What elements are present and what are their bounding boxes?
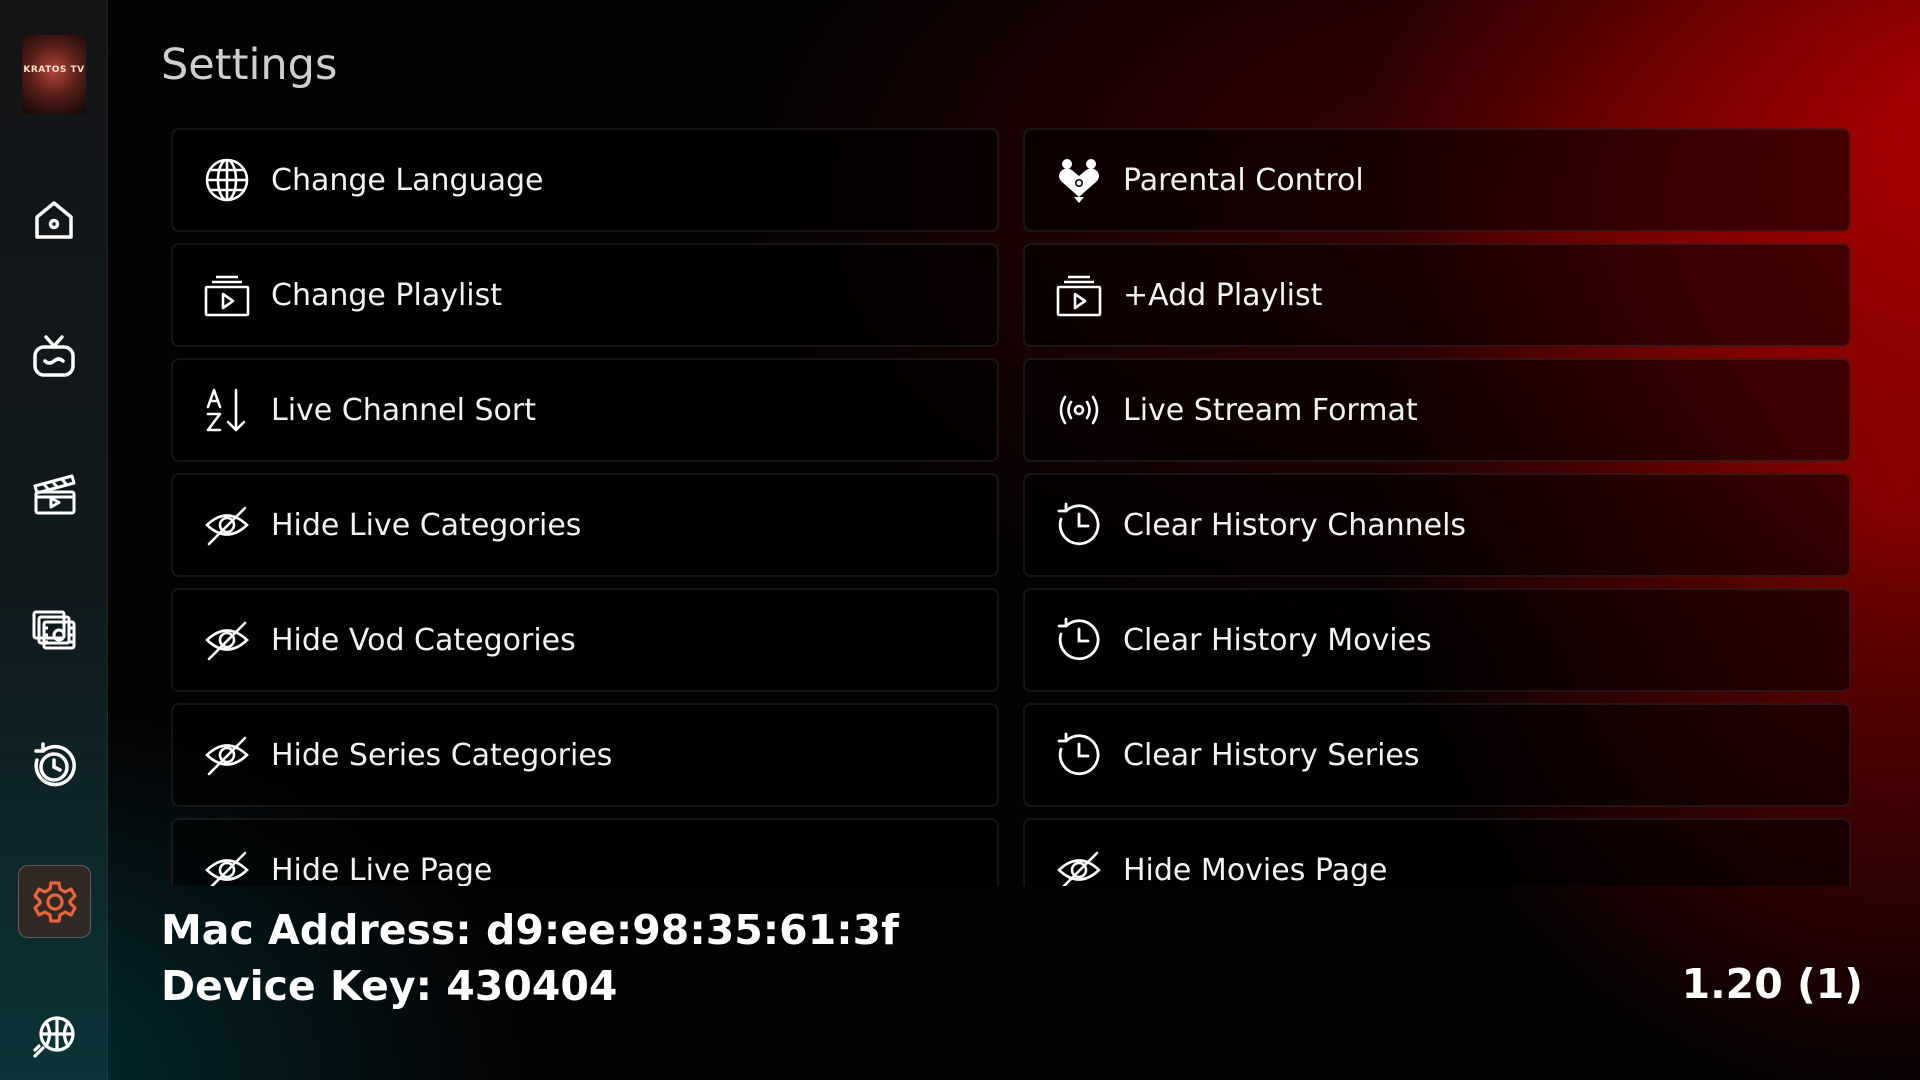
clear-history-channels-button[interactable]: Clear History Channels	[1023, 473, 1851, 577]
hide-vod-categories-label: Hide Vod Categories	[271, 622, 576, 658]
clear-history-movies-button[interactable]: Clear History Movies	[1023, 588, 1851, 692]
app-logo: KRATOS TV	[22, 35, 86, 114]
home-icon	[34, 200, 73, 239]
hide-live-page-button[interactable]: Hide Live Page	[171, 818, 999, 886]
sidebar-item-sports[interactable]	[18, 1001, 89, 1072]
sidebar: KRATOS TV	[0, 0, 108, 1080]
hide-live-page-label: Hide Live Page	[271, 852, 493, 887]
change-language-button[interactable]: Change Language	[171, 128, 999, 232]
sort-az-icon	[206, 388, 246, 432]
device-key: Device Key: 430404	[161, 962, 618, 1010]
movies-icon	[33, 474, 75, 514]
sidebar-item-home[interactable]	[18, 184, 89, 255]
clear-history-series-label: Clear History Series	[1123, 737, 1420, 773]
sidebar-item-catchup[interactable]	[18, 729, 89, 800]
settings-grid: Change Language Change Playlist Live Cha…	[171, 128, 1857, 886]
sidebar-item-settings[interactable]	[18, 865, 91, 938]
change-playlist-label: Change Playlist	[271, 277, 503, 313]
app-version: 1.20 (1)	[1681, 960, 1863, 1008]
sports-icon	[32, 1015, 75, 1058]
mac-address: Mac Address: d9:ee:98:35:61:3f	[161, 906, 899, 954]
parental-control-button[interactable]: Parental Control	[1023, 128, 1851, 232]
eye-off-icon	[205, 851, 249, 886]
playlist-icon	[204, 275, 250, 317]
parental-control-label: Parental Control	[1123, 162, 1364, 198]
logo-text: KRATOS TV	[23, 65, 85, 75]
eye-off-icon	[205, 621, 249, 661]
series-icon	[32, 610, 75, 649]
grid-bottom-edge	[171, 886, 1857, 887]
history-icon	[1057, 732, 1100, 776]
add-playlist-button[interactable]: +Add Playlist	[1023, 243, 1851, 347]
page-title: Settings	[161, 40, 338, 90]
hide-live-categories-label: Hide Live Categories	[271, 507, 582, 543]
eye-off-icon	[1057, 851, 1101, 886]
family-icon	[1059, 159, 1099, 203]
hide-movies-page-button[interactable]: Hide Movies Page	[1023, 818, 1851, 886]
clear-history-series-button[interactable]: Clear History Series	[1023, 703, 1851, 807]
hide-series-categories-button[interactable]: Hide Series Categories	[171, 703, 999, 807]
playlist-icon	[1056, 275, 1102, 317]
add-playlist-label: +Add Playlist	[1123, 277, 1323, 313]
sidebar-item-live-tv[interactable]	[18, 321, 89, 392]
clear-history-movies-label: Clear History Movies	[1123, 622, 1432, 658]
globe-icon	[205, 158, 249, 202]
catchup-icon	[33, 741, 76, 786]
change-language-label: Change Language	[271, 162, 544, 198]
history-icon	[1057, 617, 1100, 661]
sidebar-item-movies[interactable]	[18, 457, 89, 528]
hide-vod-categories-button[interactable]: Hide Vod Categories	[171, 588, 999, 692]
clear-history-channels-label: Clear History Channels	[1123, 507, 1467, 543]
eye-off-icon	[205, 736, 249, 776]
live-tv-icon	[32, 334, 75, 377]
change-playlist-button[interactable]: Change Playlist	[171, 243, 999, 347]
broadcast-icon	[1059, 395, 1099, 425]
live-channel-sort-label: Live Channel Sort	[271, 392, 536, 428]
hide-live-categories-button[interactable]: Hide Live Categories	[171, 473, 999, 577]
settings-icon	[32, 880, 77, 923]
eye-off-icon	[205, 506, 249, 546]
history-icon	[1057, 502, 1100, 546]
sidebar-item-series[interactable]	[18, 593, 89, 664]
live-channel-sort-button[interactable]: Live Channel Sort	[171, 358, 999, 462]
hide-movies-page-label: Hide Movies Page	[1123, 852, 1388, 887]
live-stream-format-label: Live Stream Format	[1123, 392, 1418, 428]
live-stream-format-button[interactable]: Live Stream Format	[1023, 358, 1851, 462]
hide-series-categories-label: Hide Series Categories	[271, 737, 613, 773]
